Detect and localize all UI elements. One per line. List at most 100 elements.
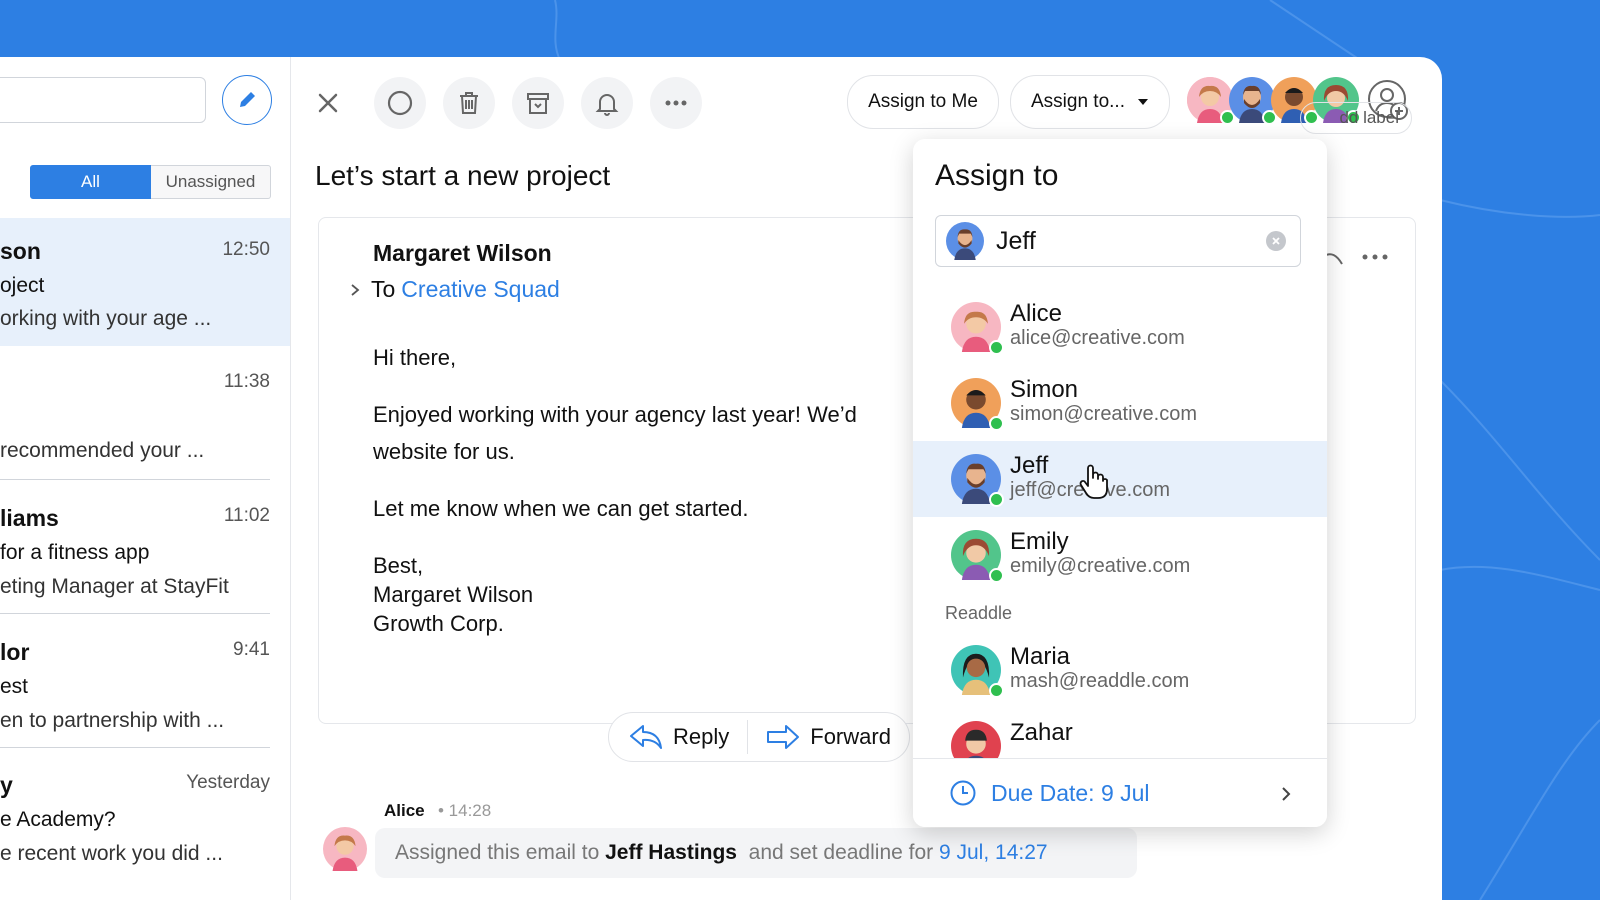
message-list-sidebar: All Unassigned son 12:50 oject orking wi…: [0, 57, 291, 900]
activity-time: • 14:28: [438, 801, 492, 820]
assignee-search-input[interactable]: Jeff: [935, 215, 1301, 267]
online-indicator: [989, 340, 1004, 355]
assign-to-button[interactable]: Assign to...: [1010, 75, 1170, 129]
message-time: 9:41: [233, 639, 270, 660]
online-indicator: [989, 683, 1004, 698]
reminder-button[interactable]: [581, 77, 633, 129]
add-label-button[interactable]: dd label: [1300, 102, 1412, 134]
assignee-option[interactable]: Simon simon@creative.com: [913, 365, 1327, 441]
message-sender: lor: [0, 639, 30, 665]
assignee-email: simon@creative.com: [1010, 403, 1198, 425]
recipients-line[interactable]: To Creative Squad: [349, 276, 560, 303]
email-body-line: website for us.: [373, 439, 515, 464]
avatar: [323, 827, 367, 871]
hand-cursor-icon: [1079, 464, 1108, 499]
online-indicator: [989, 568, 1004, 583]
online-indicator: [989, 416, 1004, 431]
reply-icon: [630, 725, 662, 749]
message-subject: est: [0, 675, 29, 698]
assignee-email: mash@readdle.com: [1010, 670, 1190, 692]
forward-icon: [767, 725, 800, 749]
mark-done-button[interactable]: [374, 77, 426, 129]
avatar[interactable]: [1229, 77, 1277, 125]
divider: [747, 720, 749, 754]
email-sender: Margaret Wilson: [373, 240, 552, 266]
assignee-name: Alice: [1010, 300, 1063, 327]
email-signature-line: Best,: [373, 553, 424, 578]
email-signature-line: Growth Corp.: [373, 611, 504, 636]
list-item[interactable]: liams 11:02 for a fitness app eting Mana…: [0, 480, 290, 614]
filter-unassigned-tab[interactable]: Unassigned: [151, 165, 271, 199]
assignee-option[interactable]: Alice alice@creative.com: [913, 289, 1327, 365]
caret-down-icon: [1138, 99, 1148, 105]
due-date-row[interactable]: Due Date: 9 Jul: [913, 758, 1327, 827]
assignee-name: Emily: [1010, 528, 1069, 555]
close-icon: [1272, 237, 1280, 245]
reply-button[interactable]: Reply: [629, 724, 729, 750]
message-preview: e recent work you did ...: [0, 842, 223, 865]
forward-button[interactable]: Forward: [766, 724, 891, 750]
close-icon: [318, 93, 338, 113]
message-time: 11:38: [223, 371, 270, 392]
dropdown-title: Assign to: [935, 159, 1059, 192]
more-button[interactable]: [650, 77, 702, 129]
chevron-right-icon: [351, 283, 360, 296]
assignee-name: Maria: [1010, 643, 1071, 670]
more-horizontal-icon[interactable]: [1361, 252, 1389, 262]
email-greeting: Hi there,: [373, 345, 457, 370]
email-signature-line: Margaret Wilson: [373, 582, 534, 607]
message-time: 12:50: [222, 239, 270, 260]
message-sender: liams: [0, 505, 59, 531]
archive-button[interactable]: [512, 77, 564, 129]
activity-author: Alice: [384, 801, 425, 820]
more-horizontal-icon: [665, 100, 687, 106]
email-subject: Let’s start a new project: [315, 160, 611, 191]
app-window: All Unassigned son 12:50 oject orking wi…: [0, 57, 1442, 900]
assignee-name: Jeff: [1010, 452, 1049, 479]
message-subject: for a fitness app: [0, 541, 150, 564]
email-body-line: Let me know when we can get started.: [373, 496, 749, 521]
assign-to-label: Assign to...: [1031, 91, 1125, 112]
message-sender: son: [0, 238, 41, 264]
search-value: Jeff: [996, 226, 1036, 255]
chevron-right-icon: [1282, 787, 1291, 801]
assignee-option[interactable]: Emily emily@creative.com: [913, 517, 1327, 593]
activity-deadline: 9 Jul, 14:27: [938, 841, 1048, 864]
list-item[interactable]: son 12:50 oject orking with your age ...: [0, 218, 290, 346]
group-label: Readdle: [945, 603, 1013, 623]
assignee-option[interactable]: Jeff jeff@creative.com: [913, 441, 1327, 517]
list-item[interactable]: y Yesterday e Academy? e recent work you…: [0, 748, 290, 900]
recipient-group-link[interactable]: Creative Squad: [401, 276, 560, 303]
avatar[interactable]: [1187, 77, 1235, 125]
message-subject: e Academy?: [0, 808, 116, 831]
activity-assignee: Jeff Hastings: [605, 841, 737, 864]
to-prefix: To: [371, 276, 396, 302]
message-subject: oject: [0, 274, 45, 297]
filter-all-tab[interactable]: All: [30, 165, 151, 199]
forward-label: Forward: [810, 724, 891, 749]
trash-icon: [460, 92, 478, 114]
message-time: Yesterday: [186, 772, 270, 793]
assignee-name: Zahar: [1010, 719, 1073, 746]
search-input[interactable]: [0, 77, 206, 123]
close-button[interactable]: [310, 85, 346, 121]
assign-to-me-button[interactable]: Assign to Me: [847, 75, 999, 129]
activity-text: Assigned this email to: [395, 841, 600, 864]
email-body-line: Enjoyed working with your agency last ye…: [373, 402, 857, 427]
assignee-option[interactable]: Maria mash@readdle.com: [913, 632, 1327, 708]
message-sender: y: [0, 772, 13, 798]
list-item[interactable]: lor 9:41 est en to partnership with ...: [0, 614, 290, 748]
online-indicator: [989, 492, 1004, 507]
message-preview: eting Manager at StayFit: [0, 575, 229, 598]
delete-button[interactable]: [443, 77, 495, 129]
activity-text: and set deadline for: [748, 841, 934, 864]
assignee-email: emily@creative.com: [1010, 555, 1191, 577]
clear-search-button[interactable]: [1266, 231, 1286, 251]
circle-icon: [387, 90, 413, 116]
message-time: 11:02: [223, 505, 270, 526]
list-item[interactable]: 11:38 recommended your ...: [0, 347, 290, 480]
compose-button[interactable]: [222, 75, 272, 125]
message-preview: orking with your age ...: [0, 307, 212, 330]
message-preview: recommended your ...: [0, 439, 205, 462]
bell-icon: [595, 94, 619, 116]
